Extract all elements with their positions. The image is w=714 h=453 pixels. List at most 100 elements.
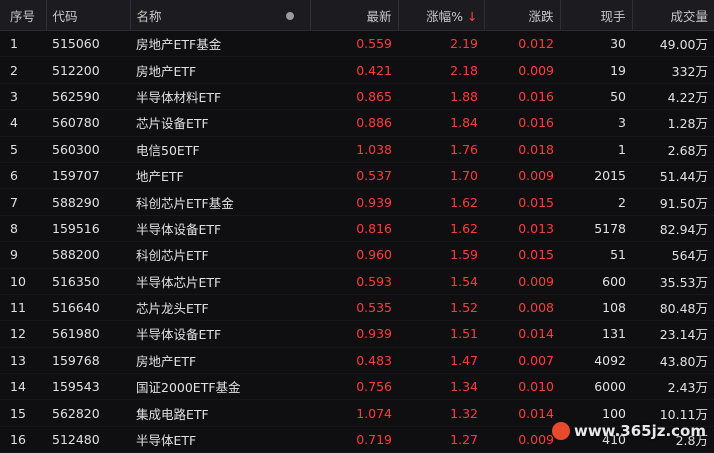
table-row[interactable]: 5 560300 电信50ETF 1.038 1.76 0.018 1 2.68万 — [0, 136, 714, 163]
cell-amount: 332万 — [632, 56, 714, 84]
cell-amount: 49.00万 — [632, 30, 714, 58]
table-row[interactable]: 4 560780 芯片设备ETF 0.886 1.84 0.016 3 1.28万 — [0, 109, 714, 137]
cell-latest: 0.939 — [310, 320, 398, 348]
cell-name: 房地产ETF — [130, 347, 280, 375]
column-toggle[interactable] — [280, 0, 310, 31]
col-header-pct-label: 涨幅% — [426, 8, 464, 24]
cell-change: 0.016 — [484, 83, 560, 111]
dot-icon — [286, 11, 294, 20]
table-row[interactable]: 8 159516 半导体设备ETF 0.816 1.62 0.013 5178 82.94万 — [0, 215, 714, 243]
cell-change: 0.015 — [484, 241, 560, 269]
cell-amount: 82.94万 — [632, 215, 714, 243]
cell-spacer — [280, 83, 310, 111]
table-row[interactable]: 2 512200 房地产ETF 0.421 2.18 0.009 19 332万 — [0, 56, 714, 84]
cell-name: 半导体芯片ETF — [130, 268, 280, 295]
cell-change: 0.015 — [484, 188, 560, 216]
cell-code: 159543 — [46, 373, 130, 401]
cell-name: 科创芯片ETF — [130, 241, 280, 269]
cell-volume: 19 — [560, 56, 632, 84]
cell-code: 159768 — [46, 347, 130, 375]
cell-pct: 1.70 — [398, 162, 484, 190]
cell-volume: 30 — [560, 30, 632, 58]
cell-latest: 0.421 — [310, 56, 398, 84]
cell-amount: 4.22万 — [632, 83, 714, 111]
cell-code: 560780 — [46, 109, 130, 137]
cell-name: 半导体ETF — [130, 426, 280, 453]
col-header-latest[interactable]: 最新 — [309, 0, 398, 31]
cell-pct: 1.59 — [398, 241, 484, 269]
cell-amount: 51.44万 — [632, 162, 714, 190]
cell-seq: 12 — [0, 320, 46, 348]
watermark: www.365jz.com — [551, 422, 706, 440]
cell-latest: 0.960 — [310, 241, 398, 269]
table-row[interactable]: 1 515060 房地产ETF基金 0.559 2.19 0.012 30 49.00万 — [0, 30, 714, 58]
cell-volume: 2 — [560, 188, 632, 216]
cell-spacer — [280, 30, 310, 58]
cell-name: 房地产ETF — [130, 56, 280, 84]
cell-spacer — [280, 241, 310, 269]
cell-seq: 13 — [0, 347, 46, 375]
cell-change: 0.009 — [484, 162, 560, 190]
cell-name: 国证2000ETF基金 — [130, 373, 280, 401]
cell-amount: 35.53万 — [632, 268, 714, 295]
cell-volume: 3 — [560, 109, 632, 137]
cell-latest: 0.886 — [310, 109, 398, 137]
cell-change: 0.009 — [484, 426, 560, 453]
cell-pct: 1.51 — [398, 320, 484, 348]
table-row[interactable]: 3 562590 半导体材料ETF 0.865 1.88 0.016 50 4.22万 — [0, 83, 714, 111]
cell-latest: 1.074 — [310, 399, 398, 427]
cell-spacer — [280, 56, 310, 84]
cell-pct: 1.76 — [398, 136, 484, 163]
col-header-volume[interactable]: 现手 — [559, 0, 632, 31]
cell-name: 半导体设备ETF — [130, 215, 280, 243]
cell-change: 0.009 — [484, 268, 560, 295]
cell-amount: 23.14万 — [632, 320, 714, 348]
cell-code: 516350 — [46, 268, 130, 295]
cell-spacer — [280, 294, 310, 322]
cell-change: 0.013 — [484, 215, 560, 243]
cell-change: 0.008 — [484, 294, 560, 322]
table-row[interactable]: 11 516640 芯片龙头ETF 0.535 1.52 0.008 108 80.48万 — [0, 294, 714, 322]
table-row[interactable]: 13 159768 房地产ETF 0.483 1.47 0.007 4092 43.80万 — [0, 347, 714, 375]
arrow-down-icon: ↓ — [467, 8, 478, 24]
cell-pct: 1.47 — [398, 347, 484, 375]
cell-code: 515060 — [46, 30, 130, 58]
cell-seq: 16 — [0, 426, 46, 453]
table-row[interactable]: 12 561980 半导体设备ETF 0.939 1.51 0.014 131 23.14万 — [0, 320, 714, 348]
cell-change: 0.007 — [484, 347, 560, 375]
cell-amount: 80.48万 — [632, 294, 714, 322]
cell-pct: 1.54 — [398, 268, 484, 295]
table-row[interactable]: 7 588290 科创芯片ETF基金 0.939 1.62 0.015 2 91.50万 — [0, 188, 714, 216]
cell-name: 地产ETF — [130, 162, 280, 190]
table-row[interactable]: 6 159707 地产ETF 0.537 1.70 0.009 2015 51.44万 — [0, 162, 714, 190]
cell-latest: 0.535 — [310, 294, 398, 322]
col-header-name[interactable]: 名称 — [129, 0, 280, 31]
cell-name: 芯片设备ETF — [130, 109, 280, 137]
table-row[interactable]: 14 159543 国证2000ETF基金 0.756 1.34 0.010 6000 2.4… — [0, 373, 714, 401]
cell-pct: 1.62 — [398, 215, 484, 243]
cell-code: 561980 — [46, 320, 130, 348]
cell-seq: 11 — [0, 294, 46, 322]
cell-pct: 1.34 — [398, 373, 484, 401]
table-row[interactable]: 9 588200 科创芯片ETF 0.960 1.59 0.015 51 564万 — [0, 241, 714, 269]
col-header-amount[interactable]: 成交量 — [631, 0, 714, 31]
cell-spacer — [280, 373, 310, 401]
cell-volume: 600 — [560, 268, 632, 295]
cell-seq: 10 — [0, 268, 46, 295]
cell-name: 芯片龙头ETF — [130, 294, 280, 322]
cell-code: 516640 — [46, 294, 130, 322]
table-row[interactable]: 10 516350 半导体芯片ETF 0.593 1.54 0.009 600 35.53万 — [0, 268, 714, 295]
col-header-change[interactable]: 涨跌 — [483, 0, 560, 31]
cell-spacer — [280, 399, 310, 427]
cell-pct: 1.84 — [398, 109, 484, 137]
col-header-code[interactable]: 代码 — [45, 0, 130, 31]
cell-change: 0.014 — [484, 399, 560, 427]
cell-volume: 4092 — [560, 347, 632, 375]
col-header-seq[interactable]: 序号 — [0, 0, 46, 31]
col-header-pct[interactable]: 涨幅% ↓ — [397, 0, 484, 31]
cell-amount: 2.43万 — [632, 373, 714, 401]
cell-volume: 6000 — [560, 373, 632, 401]
cell-spacer — [280, 188, 310, 216]
cell-code: 159516 — [46, 215, 130, 243]
cell-spacer — [280, 215, 310, 243]
